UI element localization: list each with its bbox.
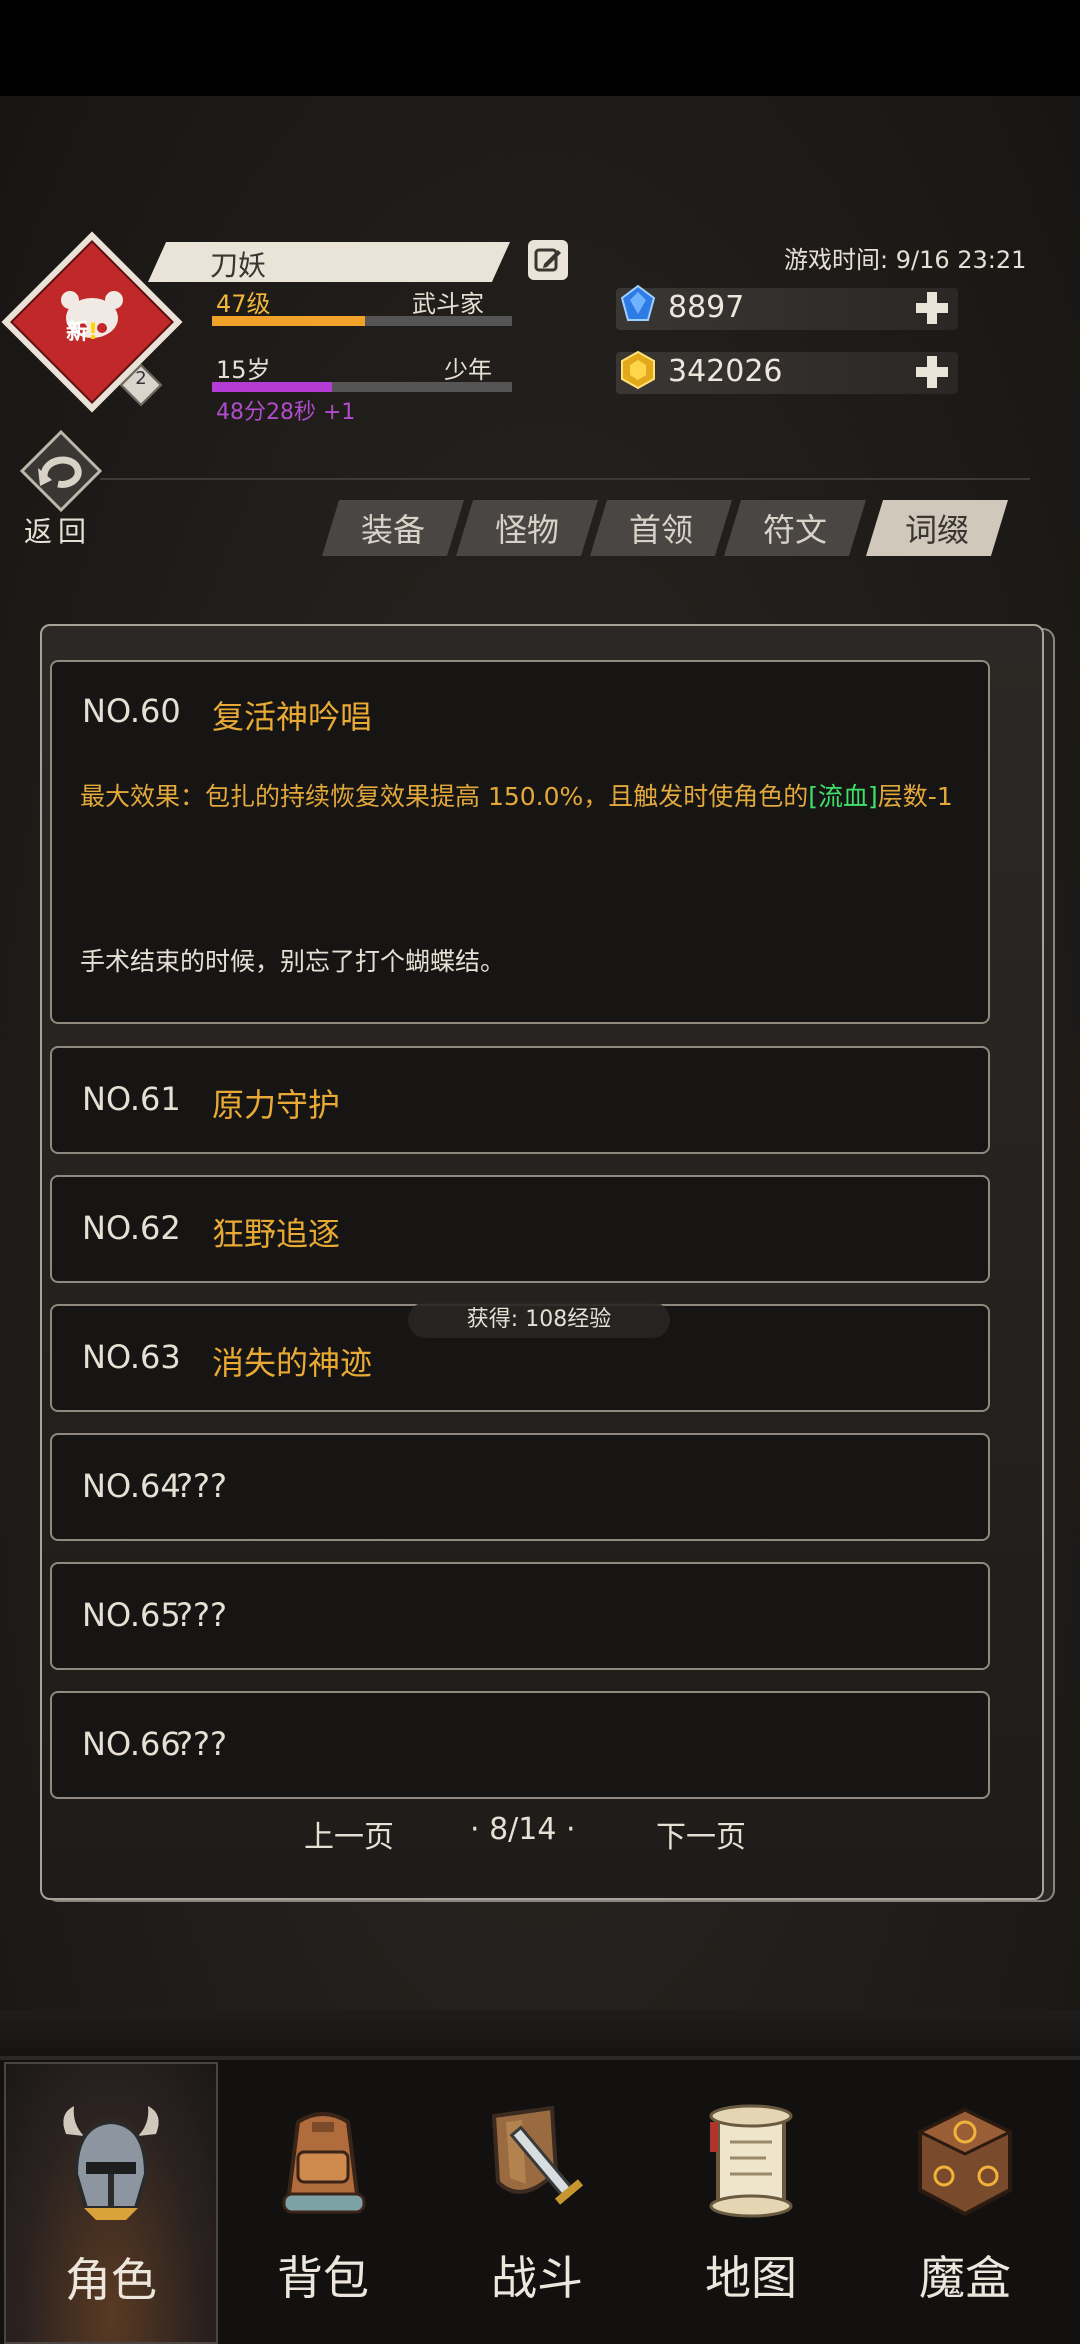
- entry-number: NO.65: [82, 1596, 181, 1634]
- entry-name: 原力守护: [212, 1086, 341, 1124]
- next-page-button[interactable]: 下一页: [656, 1812, 746, 1856]
- entry-number: NO.60: [82, 692, 181, 730]
- backpack-icon: [282, 2112, 366, 2214]
- gem-icon: [620, 284, 656, 321]
- nav-magic-box[interactable]: 魔盒: [860, 2062, 1070, 2340]
- nav-character[interactable]: 角色: [4, 2062, 218, 2344]
- nav-top-strip: [0, 2010, 1080, 2056]
- avatar-level-number: 2: [135, 368, 147, 389]
- list-item-expanded[interactable]: NO.60 复活神吟唱 最大效果：包扎的持续恢复效果提高 150.0%，且触发时…: [50, 660, 990, 1024]
- entry-effect: 最大效果：包扎的持续恢复效果提高 150.0%，且触发时使角色的[流血]层数-1: [80, 782, 953, 811]
- entry-flavor-text: 手术结束的时候，别忘了打个蝴蝶结。: [80, 947, 506, 976]
- affix-list-panel: NO.60 复活神吟唱 最大效果：包扎的持续恢复效果提高 150.0%，且触发时…: [40, 624, 1044, 1900]
- bleed-keyword: [流血]: [808, 782, 878, 811]
- entry-number: NO.63: [82, 1338, 181, 1376]
- nav-map[interactable]: 地图: [646, 2062, 856, 2340]
- prev-page-button[interactable]: 上一页: [304, 1812, 394, 1856]
- nav-label: 背包: [277, 2251, 369, 2305]
- tab-bosses[interactable]: 首领: [590, 500, 732, 556]
- entry-number: NO.62: [82, 1209, 181, 1247]
- player-age: 15岁: [216, 356, 271, 384]
- page-indicator: · 8/14 ·: [470, 1812, 576, 1847]
- nav-backpack[interactable]: 背包: [218, 2062, 428, 2340]
- player-level: 47级: [216, 290, 271, 318]
- edit-icon: [534, 248, 561, 272]
- entry-name: 消失的神迹: [212, 1344, 373, 1382]
- list-item[interactable]: NO.61 原力守护: [50, 1046, 990, 1154]
- gold-count: 342026: [668, 354, 783, 389]
- entry-number: NO.66: [82, 1725, 181, 1763]
- age-bar-fill: [212, 382, 332, 392]
- name-banner: [148, 242, 510, 282]
- entry-number: NO.61: [82, 1080, 181, 1118]
- sword-shield-icon: [491, 2105, 584, 2205]
- return-button-label[interactable]: 返回: [24, 510, 92, 550]
- add-gems-button[interactable]: [914, 290, 950, 326]
- list-item[interactable]: NO.62 狂野追逐: [50, 1175, 990, 1283]
- xp-bar: [212, 316, 512, 326]
- age-timer: 48分28秒 +1: [216, 400, 356, 425]
- nav-label: 战斗: [491, 2251, 583, 2305]
- game-time: 游戏时间: 9/16 23:21: [784, 246, 1027, 274]
- entry-name: 狂野追逐: [212, 1215, 341, 1253]
- player-name: 刀妖: [210, 249, 267, 282]
- entry-name: 复活神吟唱: [212, 698, 373, 736]
- list-item[interactable]: NO.64 ???: [50, 1433, 990, 1541]
- helmet-icon: [63, 2106, 159, 2220]
- add-gold-button[interactable]: [914, 354, 950, 390]
- gold-coin-icon: [621, 350, 655, 390]
- list-item[interactable]: NO.65 ???: [50, 1562, 990, 1670]
- gem-count: 8897: [668, 290, 745, 325]
- age-bar: [212, 382, 512, 392]
- entry-name: ???: [176, 1725, 227, 1763]
- entry-name: ???: [176, 1596, 227, 1634]
- header-divider: [100, 478, 1030, 480]
- return-icon[interactable]: [18, 428, 104, 514]
- new-badge: 新!: [66, 320, 99, 345]
- player-age-stage: 少年: [444, 356, 492, 384]
- player-job: 武斗家: [412, 290, 484, 318]
- edit-name-button[interactable]: [528, 240, 568, 280]
- tab-runes[interactable]: 符文: [724, 500, 866, 556]
- entry-name: ???: [176, 1467, 227, 1505]
- tab-monsters[interactable]: 怪物: [456, 500, 598, 556]
- nav-battle[interactable]: 战斗: [432, 2062, 642, 2340]
- magic-box-icon: [916, 2107, 1014, 2217]
- status-bar: [0, 0, 1080, 96]
- xp-bar-fill: [212, 316, 365, 326]
- scroll-map-icon: [709, 2104, 793, 2218]
- nav-label: 地图: [705, 2251, 797, 2305]
- tab-affixes[interactable]: 词缀: [866, 500, 1008, 556]
- tab-equipment[interactable]: 装备: [322, 500, 464, 556]
- nav-label: 角色: [65, 2253, 157, 2307]
- xp-gain-toast: 获得: 108经验: [408, 1302, 670, 1338]
- entry-number: NO.64: [82, 1467, 181, 1505]
- list-item[interactable]: NO.66 ???: [50, 1691, 990, 1799]
- nav-label: 魔盒: [919, 2251, 1011, 2305]
